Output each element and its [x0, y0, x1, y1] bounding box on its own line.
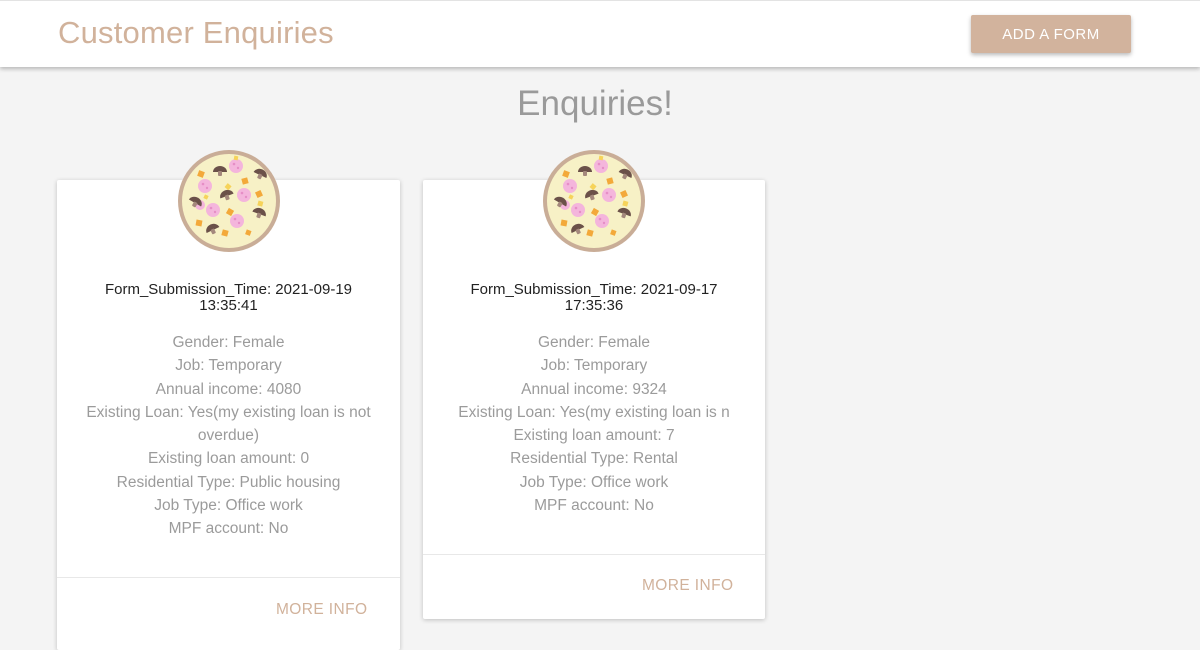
page-title: Enquiries!	[517, 84, 673, 123]
more-info-button[interactable]: MORE INFO	[642, 577, 733, 595]
enquiry-card: Form_Submission_Time: 2021-09-19 13:35:4…	[57, 150, 400, 650]
submission-time-line: Form_Submission_Time: 2021-09-19	[104, 281, 353, 298]
mpf-account-field: MPF account: No	[534, 497, 654, 515]
gender-field: Gender: Female	[172, 334, 285, 351]
enquiry-details: Gender: Female Job: Temporary Annual inc…	[449, 331, 739, 517]
card-divider	[423, 554, 765, 555]
enquiry-details: Gender: Female Job: Temporary Annual inc…	[83, 331, 374, 541]
submission-time-line: 17:35:36	[564, 297, 624, 314]
mpf-account-field: MPF account: No	[168, 520, 289, 538]
existing-loan-field: Existing Loan: Yes(my existing loan is n…	[86, 403, 371, 421]
job-field: Job: Temporary	[540, 357, 648, 375]
submission-time-line: 13:35:41	[199, 297, 258, 314]
existing-loan-amount-field: Existing loan amount: 7	[513, 427, 675, 445]
more-info-button[interactable]: MORE INFO	[276, 601, 367, 619]
existing-loan-field: Existing Loan: Yes(my existing loan is n	[458, 403, 730, 421]
app-title: Customer Enquiries	[58, 15, 334, 50]
existing-loan-field-cont: overdue)	[197, 427, 260, 445]
annual-income-field: Annual income: 9324	[521, 380, 667, 398]
job-type-field: Job Type: Office work	[154, 497, 303, 515]
card-divider	[57, 577, 400, 578]
enquiry-card: Form_Submission_Time: 2021-09-17 17:35:3…	[423, 150, 765, 619]
residential-type-field: Residential Type: Public housing	[116, 473, 341, 491]
gender-field: Gender: Female	[538, 334, 650, 351]
submission-time-line: Form_Submission_Time: 2021-09-17	[470, 281, 718, 298]
add-form-button[interactable]: ADD A FORM	[971, 15, 1131, 53]
app-bar: Customer Enquiries ADD A FORM	[0, 0, 1200, 67]
annual-income-field: Annual income: 4080	[155, 380, 302, 398]
existing-loan-amount-field: Existing loan amount: 0	[147, 450, 310, 468]
submission-time: Form_Submission_Time: 2021-09-19 13:35:4…	[77, 282, 380, 314]
pizza-icon	[543, 150, 645, 252]
submission-time: Form_Submission_Time: 2021-09-17 17:35:3…	[443, 282, 745, 314]
pizza-icon	[177, 150, 280, 252]
job-field: Job: Temporary	[175, 357, 282, 375]
residential-type-field: Residential Type: Rental	[510, 450, 678, 468]
job-type-field: Job Type: Office work	[519, 473, 669, 491]
